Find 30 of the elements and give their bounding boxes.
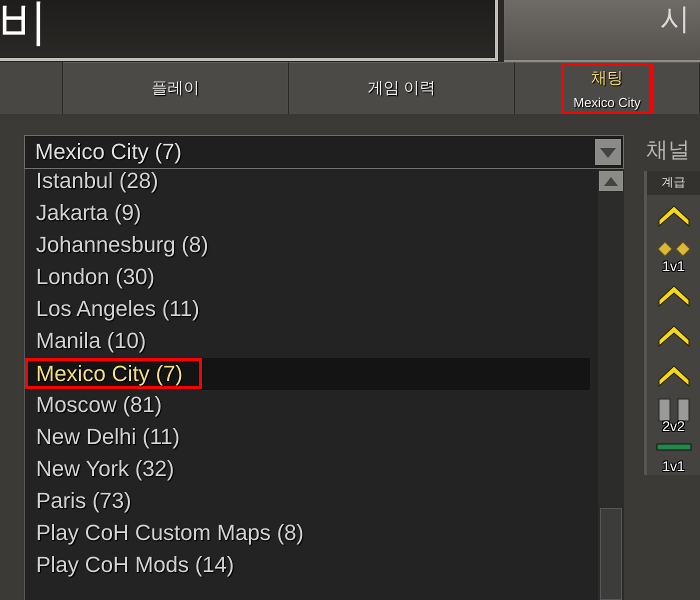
channel-item[interactable]: New York (32) bbox=[25, 454, 590, 486]
column-header: 계급 bbox=[647, 171, 700, 195]
channel-item[interactable]: Jakarta (9) bbox=[25, 198, 590, 230]
tab[interactable]: 플레이 bbox=[63, 62, 289, 114]
scroll-up-icon[interactable] bbox=[599, 171, 623, 191]
lobby-title: 비 bbox=[0, 0, 48, 44]
channel-item[interactable]: New Delhi (11) bbox=[25, 422, 590, 454]
mode-label: 1v1 bbox=[661, 458, 686, 474]
scroll-thumb[interactable] bbox=[600, 508, 622, 600]
diamonds-icon bbox=[656, 240, 690, 258]
mode-label: 2v2 bbox=[661, 418, 686, 434]
channel-item[interactable]: Play CoH Custom Maps (8) bbox=[25, 518, 590, 550]
tab[interactable]: 게임 이력 bbox=[289, 62, 515, 114]
channel-item[interactable]: Los Angeles (11) bbox=[25, 294, 590, 326]
channel-item[interactable]: Istanbul (28) bbox=[25, 169, 590, 198]
channel-item[interactable]: Play CoH Mods (14) bbox=[25, 550, 590, 582]
channel-item[interactable]: Johannesburg (8) bbox=[25, 230, 590, 262]
mode-label: 1v1 bbox=[661, 258, 686, 274]
panel-title: 채널 bbox=[646, 136, 690, 164]
channel-item[interactable]: Mexico City (7) bbox=[25, 358, 590, 390]
channel-item[interactable]: London (30) bbox=[25, 262, 590, 294]
stripe-icon bbox=[656, 443, 692, 451]
section-title: 시 bbox=[660, 2, 691, 38]
bars-icon bbox=[656, 398, 690, 422]
channel-item[interactable]: Moscow (81) bbox=[25, 390, 590, 422]
tab[interactable]: 채팅 Mexico City bbox=[515, 62, 700, 114]
channel-dropdown[interactable]: Mexico City (7) bbox=[24, 135, 624, 169]
scrollbar[interactable] bbox=[598, 169, 624, 600]
channel-item[interactable]: Manila (10) bbox=[25, 326, 590, 358]
channel-item[interactable]: Paris (73) bbox=[25, 486, 590, 518]
